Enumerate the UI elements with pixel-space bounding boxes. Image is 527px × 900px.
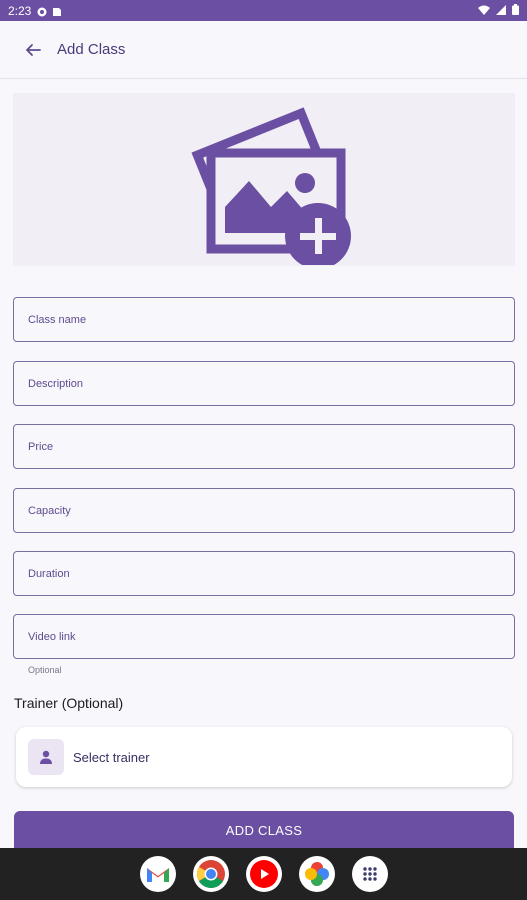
price-field[interactable] bbox=[13, 424, 515, 469]
status-right-icons bbox=[478, 3, 519, 18]
price-input[interactable] bbox=[28, 425, 514, 468]
gmail-icon bbox=[146, 868, 169, 882]
trainer-label: Trainer (Optional) bbox=[14, 695, 124, 711]
youtube-app[interactable] bbox=[245, 856, 282, 892]
capacity-input[interactable] bbox=[28, 489, 514, 532]
add-photo-icon bbox=[191, 106, 351, 265]
status-time: 2:23 bbox=[8, 3, 32, 18]
class-name-field[interactable] bbox=[13, 297, 515, 342]
wifi-icon bbox=[478, 4, 490, 18]
image-picker[interactable] bbox=[13, 93, 515, 266]
class-name-input[interactable] bbox=[28, 298, 514, 341]
sim-icon bbox=[52, 6, 62, 16]
signal-icon bbox=[496, 4, 506, 18]
app-drawer[interactable] bbox=[351, 856, 388, 892]
video-link-helper-text: Optional bbox=[28, 665, 62, 675]
description-field[interactable] bbox=[13, 361, 515, 406]
page-title: Add Class bbox=[57, 41, 126, 58]
app-bar: Add Class bbox=[0, 21, 527, 79]
duration-input[interactable] bbox=[28, 552, 514, 595]
chrome-icon bbox=[196, 860, 225, 888]
chrome-app[interactable] bbox=[192, 856, 229, 892]
app-drawer-icon bbox=[362, 867, 377, 881]
select-trainer-card[interactable]: Select trainer bbox=[16, 727, 512, 787]
video-link-field[interactable] bbox=[13, 614, 515, 659]
arrow-back-icon bbox=[26, 43, 41, 56]
photos-icon bbox=[304, 862, 329, 886]
video-link-input[interactable] bbox=[28, 615, 514, 658]
trainer-avatar bbox=[28, 739, 64, 775]
youtube-icon bbox=[249, 860, 278, 888]
add-class-button[interactable]: ADD CLASS bbox=[14, 811, 514, 849]
select-trainer-label: Select trainer bbox=[73, 749, 150, 765]
back-button[interactable] bbox=[21, 38, 45, 62]
nav-bar bbox=[0, 848, 527, 900]
person-icon bbox=[40, 750, 52, 764]
capacity-field[interactable] bbox=[13, 488, 515, 533]
battery-icon bbox=[512, 3, 519, 18]
duration-field[interactable] bbox=[13, 551, 515, 596]
gmail-app[interactable] bbox=[139, 856, 176, 892]
status-bar: 2:23 bbox=[0, 0, 527, 21]
photos-app[interactable] bbox=[298, 856, 335, 892]
notification-icon bbox=[37, 6, 47, 16]
description-input[interactable] bbox=[28, 362, 514, 405]
